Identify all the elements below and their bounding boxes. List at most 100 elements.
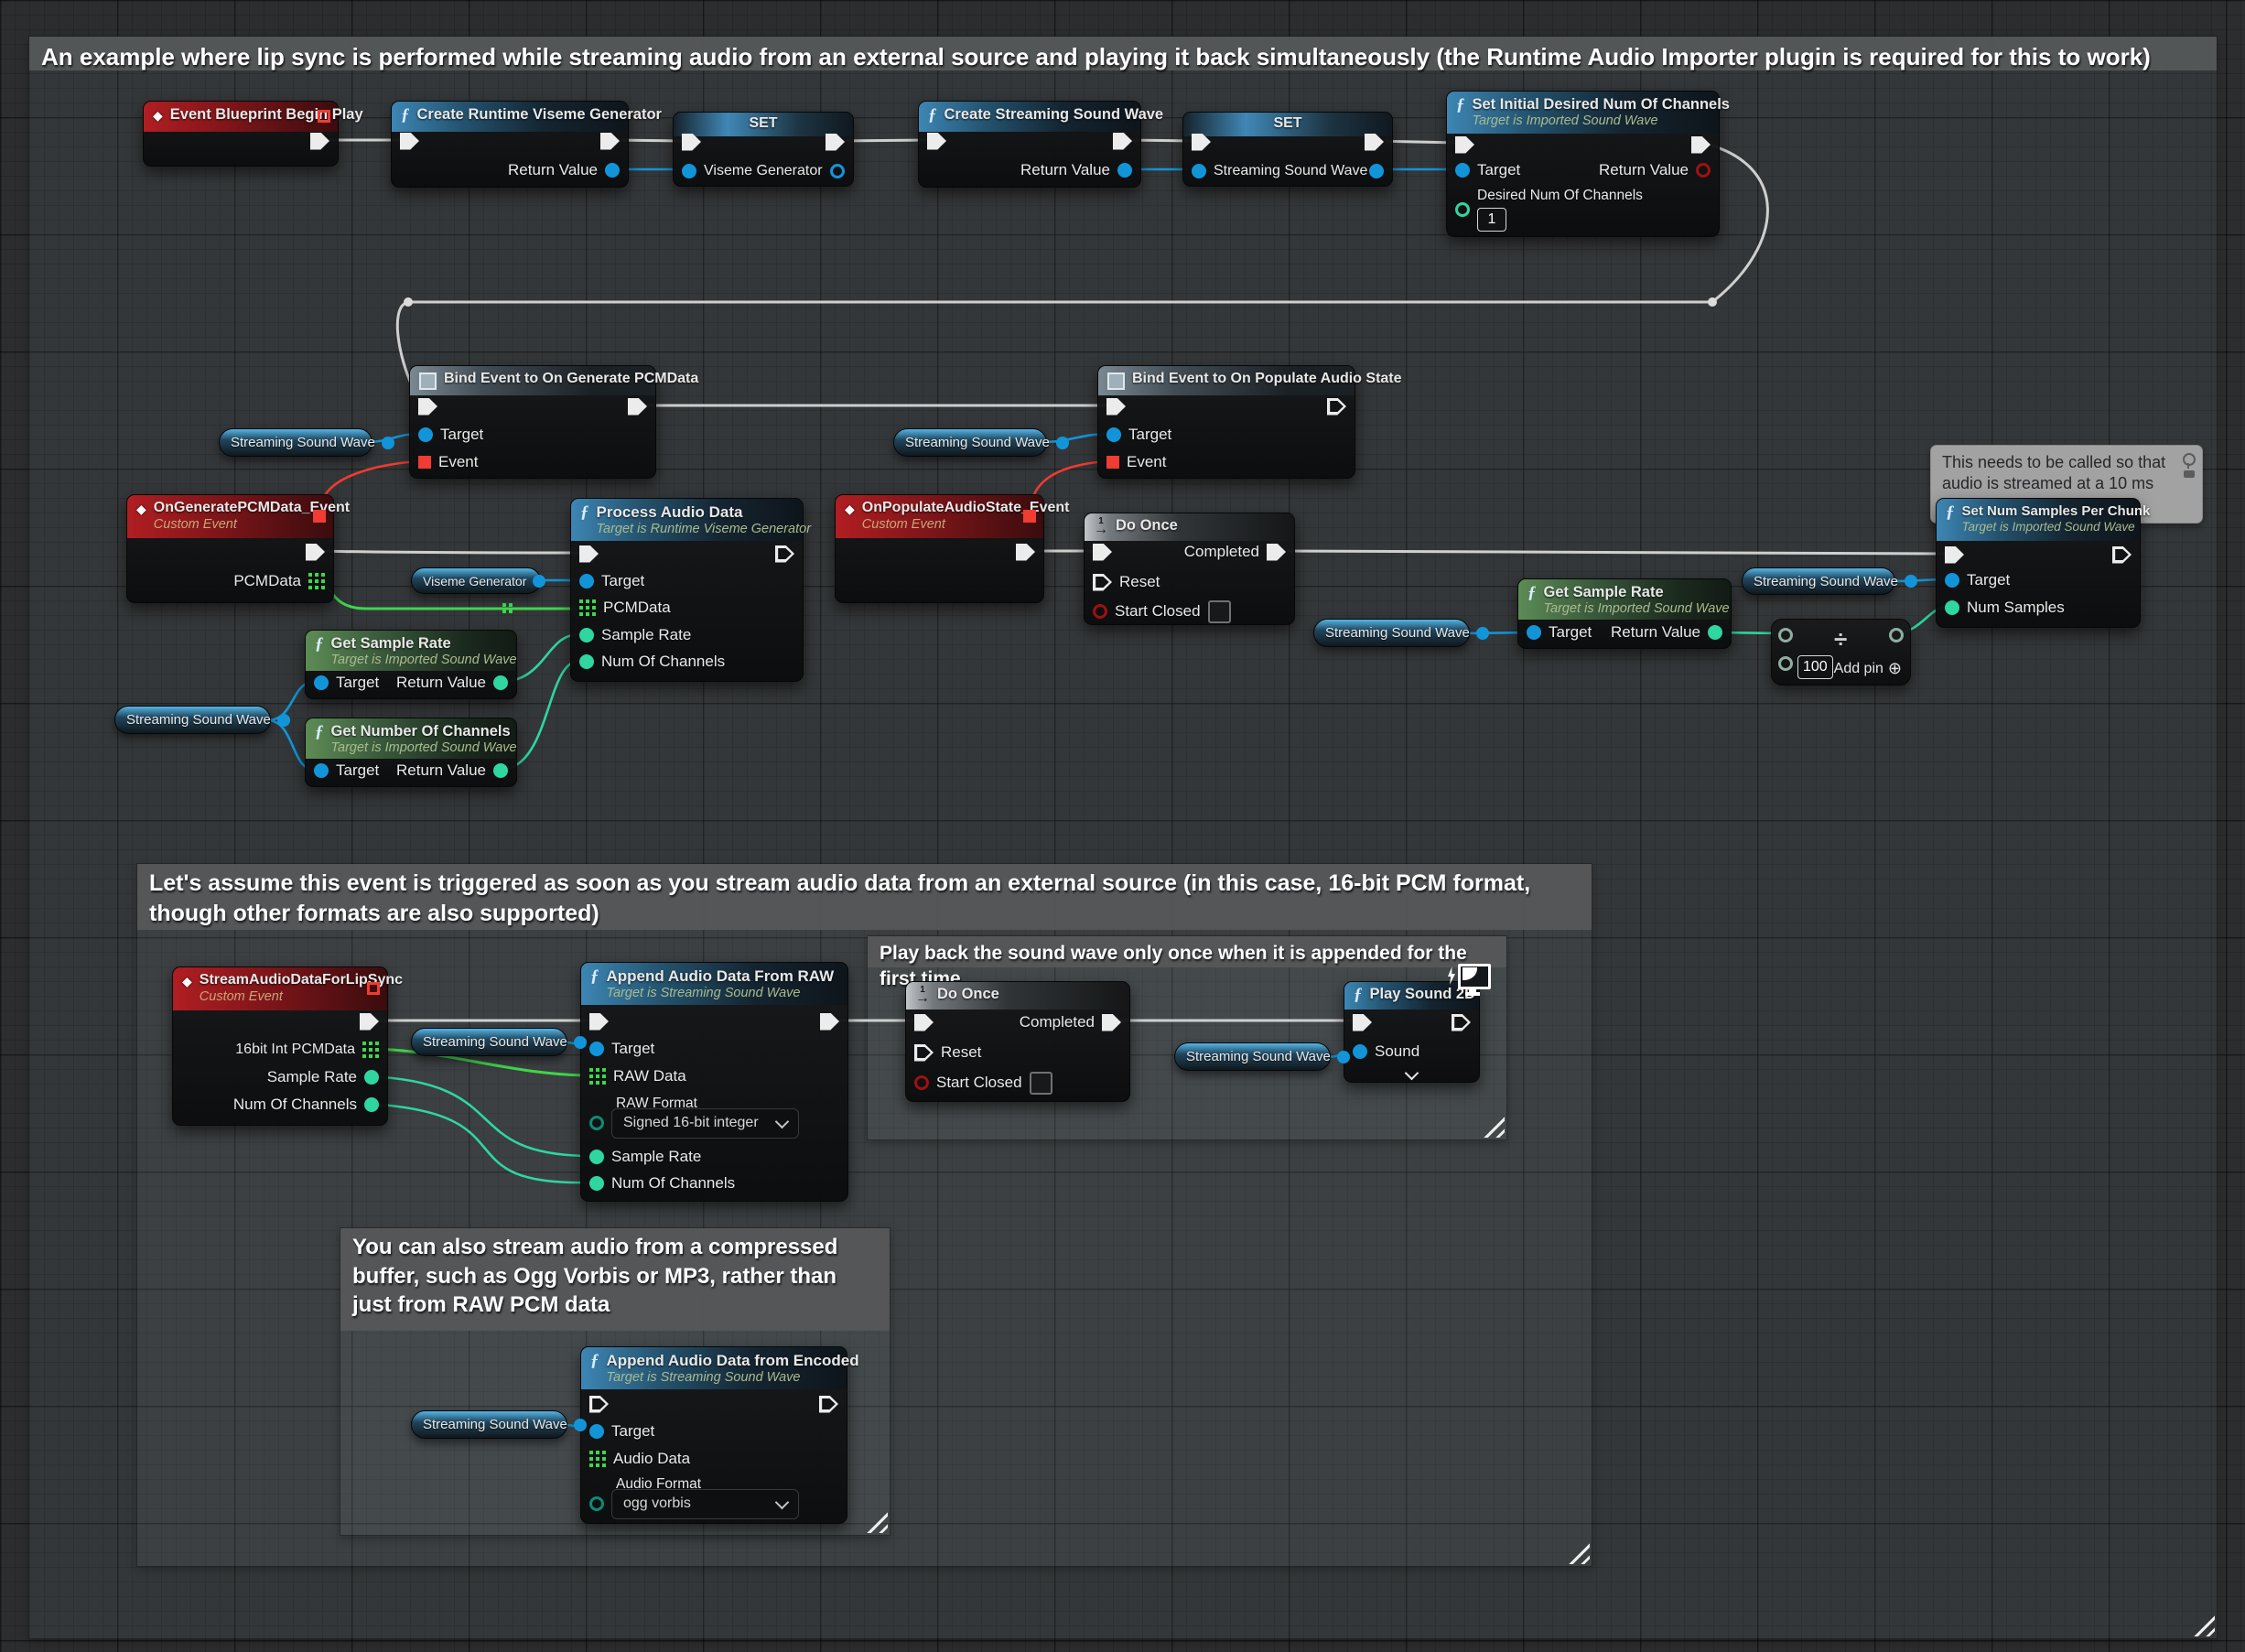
exec-in-pin[interactable] [1093,544,1112,561]
node-divide[interactable]: ÷ 100 Add pin ⊕ [1771,619,1911,686]
reset-exec-pin[interactable] [914,1044,934,1062]
expand-advanced-chevron-icon[interactable] [1405,1065,1419,1080]
sound-pin[interactable] [1353,1044,1367,1059]
divide-output-pin[interactable] [1889,628,1904,642]
pill-streaming-sound-wave-3[interactable]: Streaming Sound Wave [114,706,271,734]
exec-out-pin[interactable] [600,133,620,150]
exec-in-pin[interactable] [589,1396,609,1413]
node-get-sample-rate-right[interactable]: ƒ Get Sample Rate Target is Imported Sou… [1517,578,1732,649]
output-pin[interactable] [1056,437,1069,449]
divide-input-b-pin[interactable] [1778,656,1793,671]
exec-in-pin[interactable] [579,545,599,563]
exec-in-pin[interactable] [1192,134,1211,151]
pill-streaming-sound-wave-1[interactable]: Streaming Sound Wave [219,428,372,457]
node-process-audio-data[interactable]: ƒ Process Audio Data Target is Runtime V… [570,498,804,682]
pill-streaming-sound-wave-8[interactable]: Streaming Sound Wave [411,1410,567,1439]
event-delegate-pin[interactable] [418,456,431,469]
node-set-initial-desired-num-of-channels[interactable]: ƒ Set Initial Desired Num Of Channels Ta… [1446,91,1720,237]
node-set-streaming-sound-wave[interactable]: SET Streaming Sound Wave [1182,112,1393,187]
node-set-num-samples-per-chunk[interactable]: ƒ Set Num Samples Per Chunk Target is Im… [1936,498,2141,628]
completed-exec-pin[interactable] [1102,1014,1121,1031]
exec-in-pin[interactable] [1353,1014,1372,1031]
speech-bubble-icon[interactable] [2184,470,2195,478]
sample-rate-pin[interactable] [364,1070,379,1085]
exec-in-pin[interactable] [1455,136,1474,154]
desired-num-of-channels-input[interactable]: 1 [1477,208,1506,232]
return-value-bool-pin[interactable] [1696,163,1711,178]
node-play-sound-2d[interactable]: ƒ Play Sound 2D Sound [1344,981,1480,1083]
output-pin[interactable] [1905,575,1917,588]
node-create-streaming-sound-wave[interactable]: ƒ Create Streaming Sound Wave Return Val… [918,101,1141,188]
output-pin[interactable] [1476,627,1489,640]
target-pin[interactable] [418,427,433,442]
pill-viseme-generator[interactable]: Viseme Generator [411,567,541,594]
raw-format-dropdown[interactable]: Signed 16-bit integer [611,1108,799,1139]
reroute-node-left[interactable] [404,297,413,307]
target-pin[interactable] [1945,573,1959,588]
delegate-pin[interactable] [313,510,326,523]
streaming-sound-wave-in-pin[interactable] [1192,164,1206,178]
exec-in-pin[interactable] [682,134,701,151]
exec-out-pin[interactable] [1016,544,1035,561]
reroute-node-right[interactable] [1708,297,1717,307]
exec-out-pin[interactable] [310,133,329,150]
pcmdata-array-pin[interactable] [362,1042,379,1058]
viseme-generator-out-pin[interactable] [830,164,845,178]
add-pin-button[interactable]: Add pin ⊕ [1834,659,1902,678]
event-delegate-pin[interactable] [1106,456,1119,469]
output-pin[interactable] [574,1419,587,1431]
exec-out-pin[interactable] [1452,1014,1471,1031]
completed-exec-pin[interactable] [1267,544,1286,561]
raw-format-enum-pin[interactable] [589,1116,604,1130]
exec-out-pin[interactable] [2112,546,2132,564]
target-pin[interactable] [314,763,329,778]
return-value-pin[interactable] [493,763,508,778]
output-pin[interactable] [277,714,290,727]
array-reroute-bead[interactable] [502,603,506,607]
streaming-sound-wave-out-pin[interactable] [1369,164,1384,178]
pill-streaming-sound-wave-6[interactable]: Streaming Sound Wave [411,1028,567,1056]
node-get-number-of-channels[interactable]: ƒ Get Number Of Channels Target is Impor… [305,718,517,787]
exec-out-pin[interactable] [1365,134,1384,151]
reset-exec-pin[interactable] [1093,574,1112,591]
exec-in-pin[interactable] [418,398,437,416]
output-pin[interactable] [533,575,545,588]
divide-input-b-value[interactable]: 100 [1797,655,1833,679]
delegate-pin[interactable] [367,982,380,995]
output-pin[interactable] [382,437,394,449]
node-bind-event-on-generate-pcmdata[interactable]: Bind Event to On Generate PCMData Target… [409,365,656,479]
exec-in-pin[interactable] [1106,398,1126,416]
blueprint-graph-canvas[interactable]: An example where lip sync is performed w… [0,0,2245,1652]
start-closed-checkbox[interactable] [1208,600,1231,623]
exec-out-pin[interactable] [826,134,845,151]
node-set-viseme-generator[interactable]: SET Viseme Generator [673,112,854,187]
return-value-pin[interactable] [605,163,620,178]
return-value-pin[interactable] [1117,163,1132,178]
num-of-channels-pin[interactable] [589,1176,604,1191]
exec-out-pin[interactable] [820,1013,839,1031]
node-event-begin-play[interactable]: ◆ Event Blueprint Begin Play [143,101,339,167]
node-ongenerate-pcmdata-event[interactable]: ◆ OnGeneratePCMData_Event Custom Event P… [126,494,334,603]
num-of-channels-pin[interactable] [579,654,594,669]
node-onpopulate-audiostate-event[interactable]: ◆ OnPopulateAudioState_Event Custom Even… [835,494,1044,603]
audio-data-array-pin[interactable] [589,1451,606,1467]
start-closed-checkbox[interactable] [1030,1072,1052,1095]
wire-exec-ongenerate-process[interactable] [316,551,583,553]
node-do-once-2[interactable]: 1→ Do Once Completed Reset Start Closed [905,981,1130,1102]
num-samples-pin[interactable] [1945,600,1959,615]
node-append-audio-data-from-raw[interactable]: ƒ Append Audio Data From RAW Target is S… [580,962,848,1202]
pin-bubble-icon[interactable] [2183,453,2196,466]
audio-format-dropdown[interactable]: ogg vorbis [611,1489,799,1519]
viseme-generator-in-pin[interactable] [682,164,696,178]
exec-in-pin[interactable] [400,133,419,150]
num-of-channels-pin[interactable] [364,1097,379,1112]
exec-in-pin[interactable] [914,1014,934,1031]
pill-streaming-sound-wave-4[interactable]: Streaming Sound Wave [1313,619,1470,647]
target-pin[interactable] [1106,427,1121,442]
pcmdata-array-pin[interactable] [579,599,596,616]
divide-input-a-pin[interactable] [1778,628,1793,642]
pcmdata-array-pin[interactable] [308,573,325,589]
exec-out-pin[interactable] [360,1013,379,1031]
desired-num-of-channels-pin[interactable] [1455,202,1470,217]
node-append-audio-data-from-encoded[interactable]: ƒ Append Audio Data from Encoded Target … [580,1346,847,1524]
